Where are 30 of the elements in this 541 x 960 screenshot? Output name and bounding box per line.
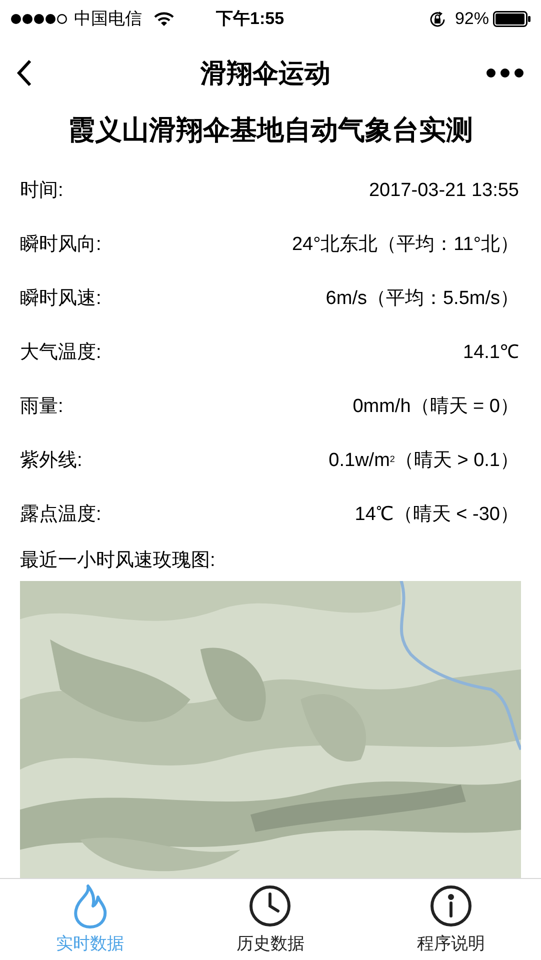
carrier-name: 中国电信 xyxy=(74,8,142,30)
battery-icon xyxy=(493,11,531,27)
rotation-lock-icon xyxy=(428,10,447,28)
field-value: 14℃（晴天 < -30） xyxy=(354,503,520,528)
field-label: 瞬时风速: xyxy=(20,287,102,312)
map-caption: 最近一小时风速玫瑰图: xyxy=(20,548,216,572)
field-label: 瞬时风向: xyxy=(20,233,102,258)
back-icon xyxy=(16,59,32,87)
field-value: 24°北东北（平均：11°北） xyxy=(292,233,520,258)
tab-bar-item[interactable]: 程序说明 xyxy=(360,879,541,960)
field-value: 6m/s（平均：5.5m/s） xyxy=(326,287,520,312)
field-value: 2017-03-21 13:55 xyxy=(368,179,520,204)
field-value: 0.1w/m$^{2}$（晴天 > 0.1） xyxy=(328,449,520,474)
info-icon xyxy=(428,882,473,929)
field-value: 0mm/h（晴天 = 0） xyxy=(352,395,520,420)
station-heading: 霞义山滑翔伞基地自动气象台实测 xyxy=(67,114,474,147)
signal-icon xyxy=(10,13,68,25)
more-icon xyxy=(486,68,524,78)
tab-bar-item[interactable]: 历史数据 xyxy=(180,879,361,960)
page-title: 滑翔伞运动 xyxy=(199,56,332,90)
field-label: 时间: xyxy=(20,179,64,204)
clock-icon xyxy=(248,882,292,929)
field-label: 露点温度: xyxy=(20,503,102,528)
field-label: 雨量: xyxy=(20,395,64,420)
battery-percent: 92% xyxy=(454,8,489,30)
field-label: 紫外线: xyxy=(20,449,82,474)
wifi-icon xyxy=(154,12,174,26)
field-label: 大气温度: xyxy=(20,341,102,366)
field-value: 14.1℃ xyxy=(463,341,520,366)
status-time: 下午1:55 xyxy=(216,8,284,30)
